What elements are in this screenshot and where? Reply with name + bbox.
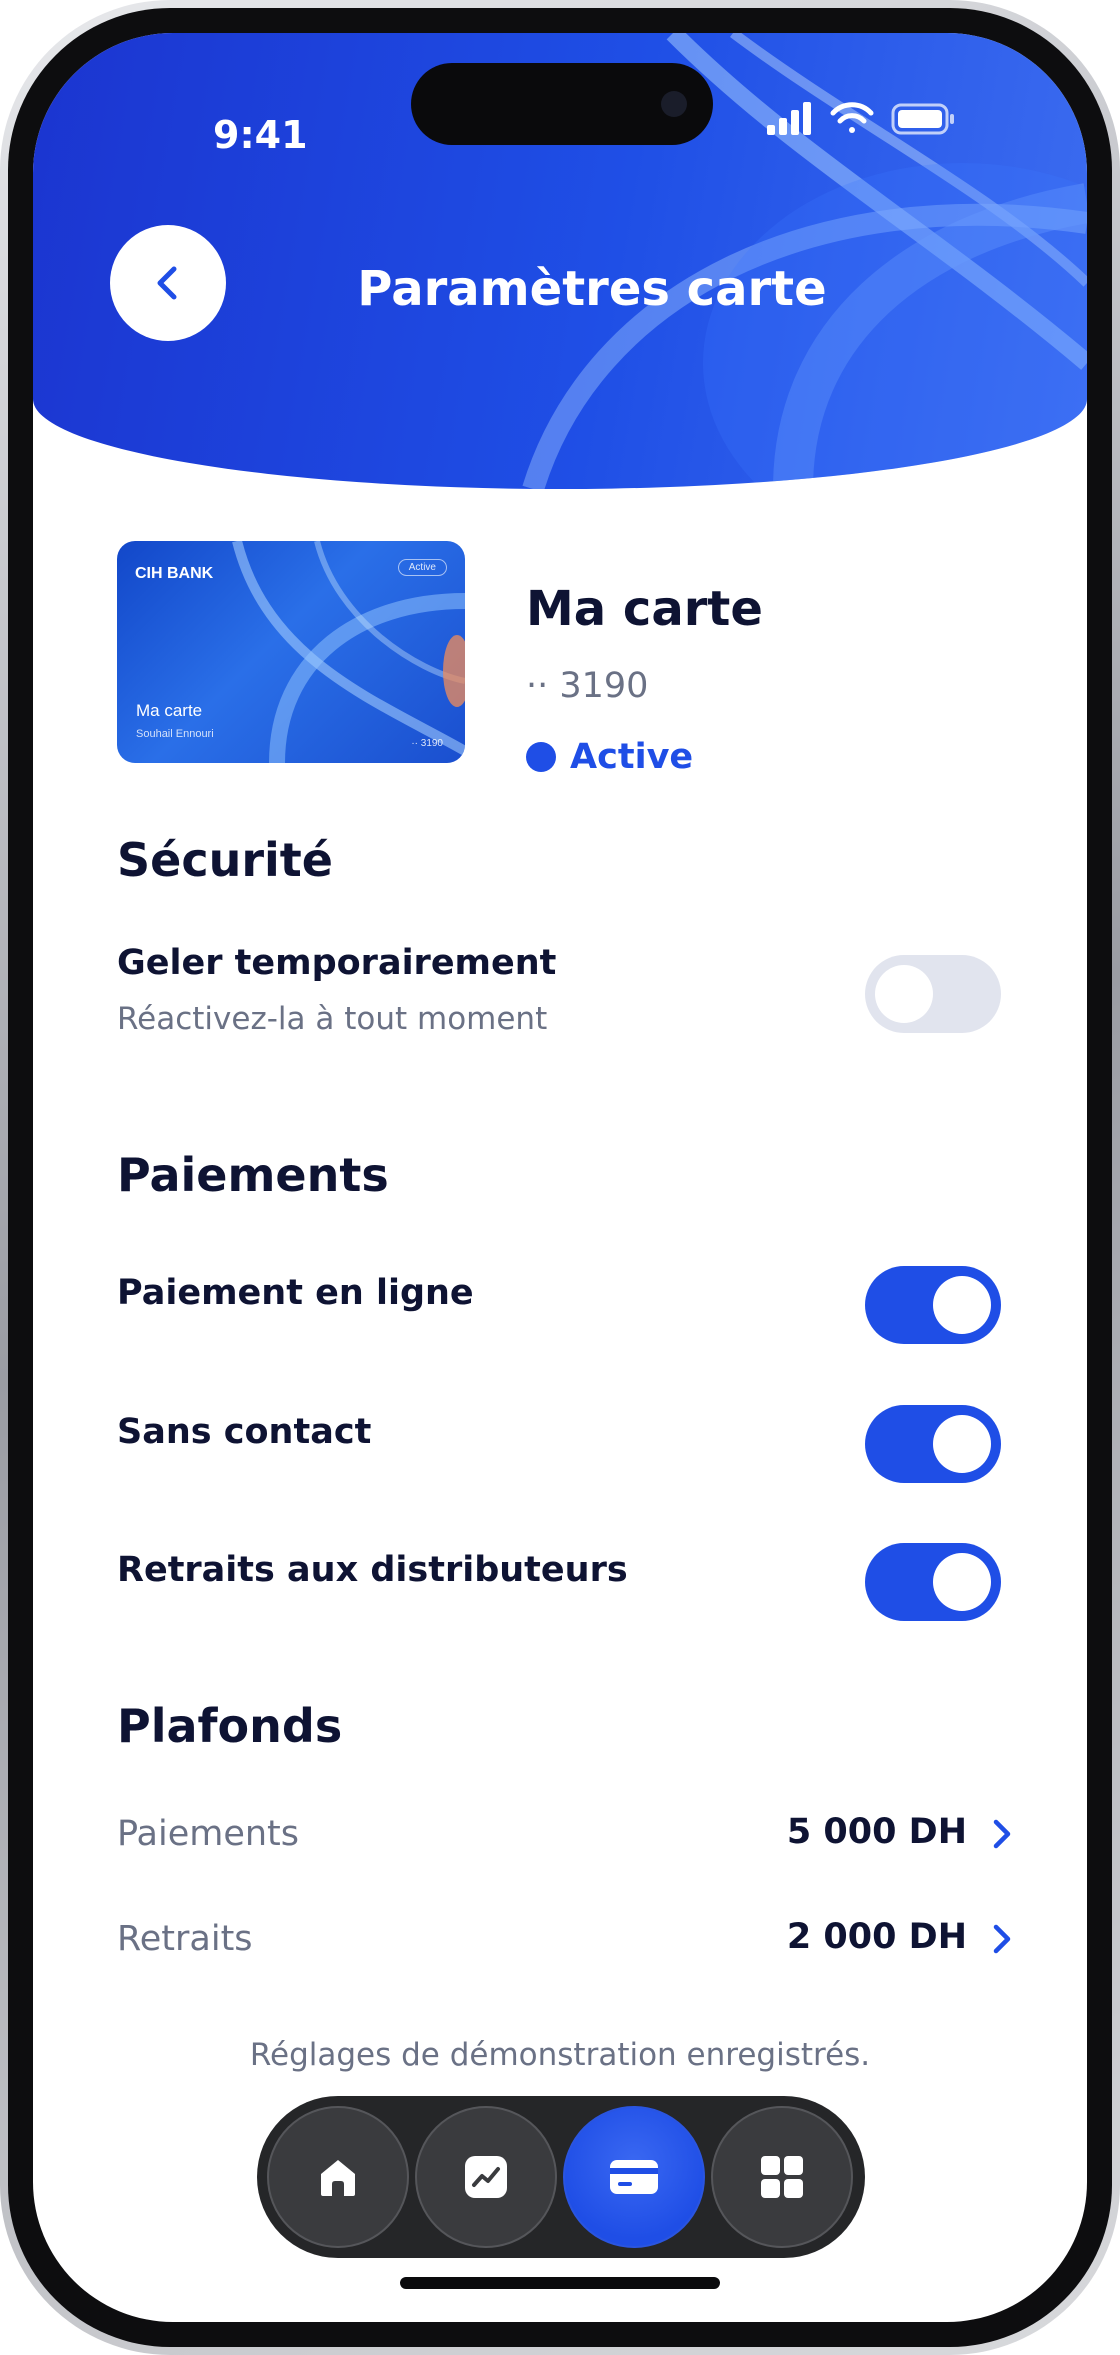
dynamic-island	[411, 63, 713, 145]
chart-icon	[465, 2156, 507, 2198]
freeze-label: Geler temporairement	[117, 943, 557, 983]
chevron-left-icon	[157, 266, 177, 300]
nav-card-button[interactable]	[563, 2106, 705, 2248]
nav-home-button[interactable]	[267, 2106, 409, 2248]
back-button[interactable]	[110, 225, 226, 341]
card-number: ·· 3190	[526, 666, 649, 706]
card-name: Ma carte	[136, 701, 203, 720]
toggle-knob	[875, 965, 933, 1023]
wifi-icon	[830, 102, 874, 133]
signal-icon	[767, 102, 811, 135]
nav-more-button[interactable]	[711, 2106, 853, 2248]
header: 9:41 Paramètres carte	[33, 33, 1087, 489]
card-bank-logo: CIH BANK	[135, 565, 214, 582]
card-title: Ma carte	[526, 581, 763, 637]
nav-analytics-button[interactable]	[415, 2106, 557, 2248]
toggle-knob	[933, 1553, 991, 1611]
status-time: 9:41	[213, 113, 308, 157]
chevron-right-icon	[993, 1819, 1011, 1849]
online-payment-label: Paiement en ligne	[117, 1273, 474, 1313]
atm-withdrawals-label: Retraits aux distributeurs	[117, 1550, 628, 1590]
limit-value: 5 000 DH	[786, 1812, 967, 1852]
page-title: Paramètres carte	[357, 261, 827, 317]
phone-screen: 9:41 Paramètres carte CIH BANK Active Ma…	[33, 33, 1087, 2322]
contactless-toggle[interactable]	[865, 1405, 1001, 1483]
battery-icon	[891, 103, 954, 135]
card-thumbnail[interactable]: CIH BANK Active Ma carte Souhail Ennouri…	[117, 541, 465, 763]
status-icons	[767, 102, 954, 135]
contactless-label: Sans contact	[117, 1412, 372, 1452]
freeze-toggle[interactable]	[865, 955, 1001, 1033]
section-title-payments: Paiements	[117, 1148, 389, 1202]
limit-value: 2 000 DH	[786, 1917, 967, 1957]
card-status: Active	[526, 737, 693, 777]
save-note: Réglages de démonstration enregistrés.	[249, 2037, 871, 2073]
card-badge: Active	[397, 559, 447, 576]
toggle-knob	[933, 1276, 991, 1334]
online-payment-toggle[interactable]	[865, 1266, 1001, 1344]
limit-row-withdrawals[interactable]: Retraits 2 000 DH	[117, 1909, 1023, 1969]
status-dot-icon	[526, 742, 556, 772]
section-title-limits: Plafonds	[117, 1699, 343, 1753]
limit-label: Paiements	[117, 1814, 300, 1854]
card-status-label: Active	[570, 737, 694, 777]
chevron-right-icon	[993, 1924, 1011, 1954]
card-holder: Souhail Ennouri	[136, 728, 214, 740]
bottom-nav	[257, 2096, 865, 2258]
home-icon	[321, 2160, 355, 2196]
home-indicator	[400, 2277, 720, 2289]
toggle-knob	[933, 1415, 991, 1473]
freeze-sublabel: Réactivez-la à tout moment	[117, 1001, 548, 1037]
atm-withdrawals-toggle[interactable]	[865, 1543, 1001, 1621]
limit-label: Retraits	[117, 1919, 253, 1959]
grid-icon	[761, 2156, 803, 2198]
limit-row-payments[interactable]: Paiements 5 000 DH	[117, 1804, 1023, 1864]
card-last4: ·· 3190	[411, 738, 443, 749]
section-title-security: Sécurité	[117, 833, 333, 887]
card-icon	[610, 2160, 658, 2194]
